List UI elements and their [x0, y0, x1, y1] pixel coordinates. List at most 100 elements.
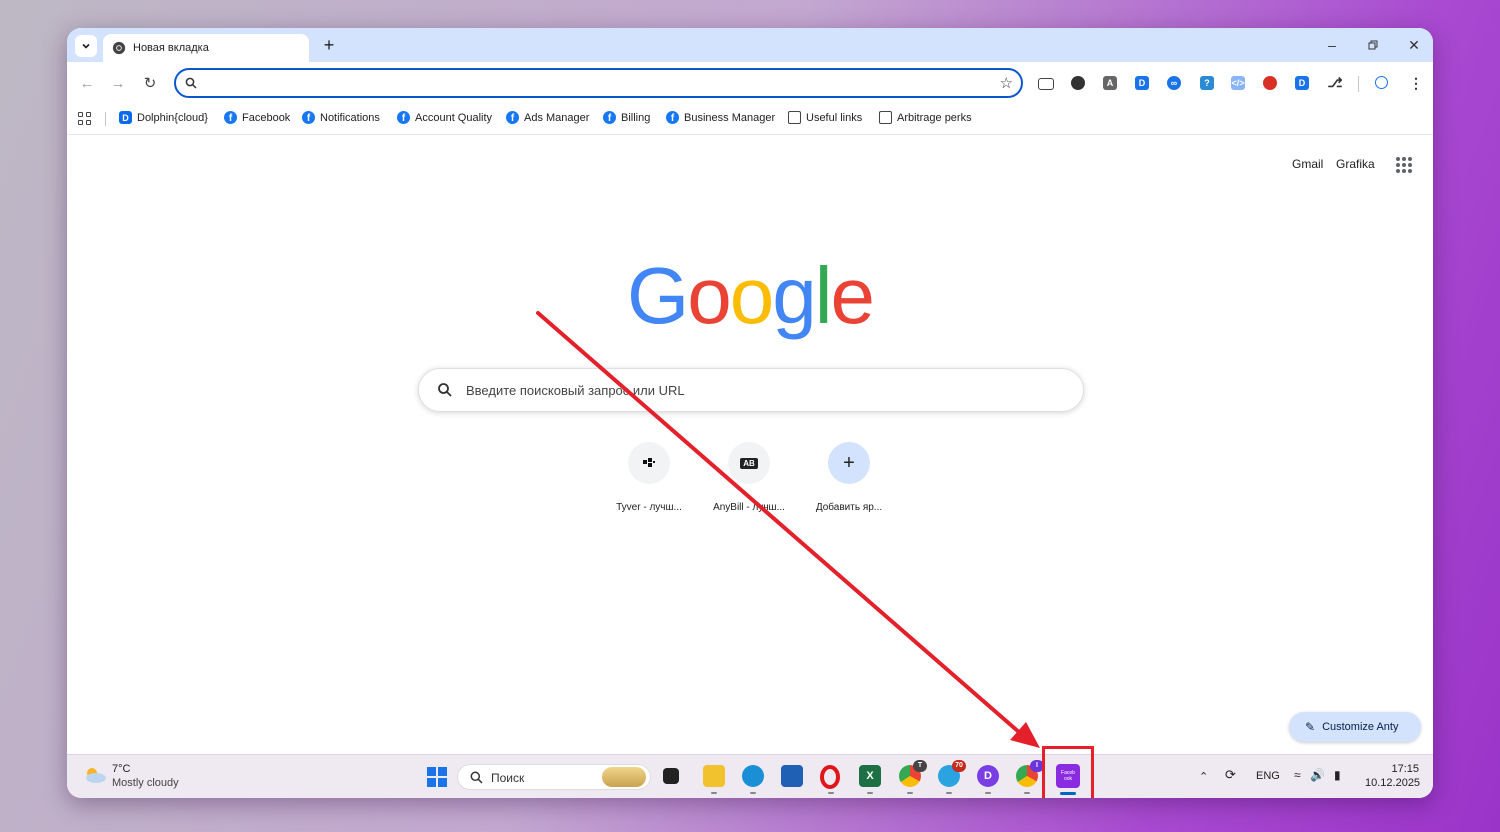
- app-running-dot: [907, 792, 913, 794]
- shortcut-anybill[interactable]: AB AnyBill - лучш...: [704, 442, 794, 513]
- tab-search-button[interactable]: [75, 35, 97, 57]
- code-extension-icon[interactable]: </>: [1231, 76, 1245, 90]
- logo-letter: l: [814, 251, 833, 340]
- video-extension-icon[interactable]: [1038, 78, 1054, 90]
- gmail-link[interactable]: Gmail: [1292, 157, 1323, 171]
- back-button[interactable]: ←: [77, 74, 97, 94]
- task-view-icon[interactable]: [663, 768, 679, 784]
- battery-icon[interactable]: ▮: [1334, 768, 1341, 782]
- facebook-icon: f: [506, 111, 519, 124]
- app-running-dot: [711, 792, 717, 794]
- bookmark-arbitrage-perks[interactable]: Arbitrage perks: [879, 111, 972, 124]
- cookie-extension-icon[interactable]: [1071, 76, 1085, 90]
- logo-letter: o: [687, 251, 731, 340]
- telegram-unread-badge: 70: [952, 760, 966, 772]
- anybill-icon: AB: [728, 442, 770, 484]
- customize-label: Customize Anty: [1322, 721, 1399, 733]
- chrome-profile-badge: T: [913, 760, 927, 772]
- bookmark-label: Notifications: [320, 111, 380, 124]
- red-extension-icon[interactable]: [1263, 76, 1277, 90]
- weather-cloud-icon[interactable]: [83, 765, 107, 785]
- logo-letter: g: [772, 251, 816, 340]
- restore-icon: [1368, 40, 1378, 50]
- restore-button[interactable]: [1363, 36, 1383, 54]
- facebook-icon: f: [224, 111, 237, 124]
- bookmark-useful-links[interactable]: Useful links: [788, 111, 862, 124]
- pencil-icon: ✎: [1305, 720, 1316, 734]
- bookmark-facebook[interactable]: f Facebook: [224, 111, 290, 124]
- purple-app-icon[interactable]: D: [977, 765, 999, 787]
- shortcut-add[interactable]: + Добавить яр...: [804, 442, 894, 513]
- bookmark-label: Billing: [621, 111, 651, 124]
- infinity-extension-icon[interactable]: ∞: [1167, 76, 1181, 90]
- sync-icon[interactable]: ⟳: [1225, 767, 1236, 783]
- file-explorer-icon[interactable]: [703, 765, 725, 787]
- tab-strip: Новая вкладка + – ✕: [67, 28, 1433, 62]
- folder-icon: [788, 111, 801, 124]
- volume-icon[interactable]: 🔊: [1310, 768, 1325, 782]
- reload-button[interactable]: ↻: [140, 74, 160, 94]
- bookmark-star-icon[interactable]: ☆: [1000, 74, 1013, 92]
- wifi-icon[interactable]: ≈: [1294, 768, 1301, 782]
- clock-date[interactable]: 10.12.2025: [1365, 777, 1420, 789]
- bookmark-notifications[interactable]: f Notifications: [302, 111, 380, 124]
- bookmark-business-manager[interactable]: f Business Manager: [666, 111, 775, 124]
- a-extension-icon[interactable]: A: [1103, 76, 1117, 90]
- profile-icon[interactable]: [1375, 76, 1388, 89]
- bookmark-label: Ads Manager: [524, 111, 590, 124]
- address-input[interactable]: [206, 74, 990, 94]
- apps-icon[interactable]: [78, 112, 91, 125]
- app-running-dot: [946, 792, 952, 794]
- menu-icon[interactable]: ⋮: [1409, 75, 1423, 91]
- shortcut-label: AnyBill - лучш...: [713, 502, 785, 513]
- new-tab-button[interactable]: +: [319, 35, 339, 55]
- search-icon: [470, 771, 483, 784]
- dolphin2-extension-icon[interactable]: D: [1295, 76, 1309, 90]
- google-logo: Google: [627, 250, 875, 342]
- dolphin-extension-icon[interactable]: D: [1135, 76, 1149, 90]
- anybill-logo: AB: [740, 457, 758, 469]
- clock-time[interactable]: 17:15: [1389, 763, 1419, 775]
- bookmark-dolphin[interactable]: D Dolphin{cloud}: [119, 111, 208, 124]
- logo-letter: G: [627, 251, 689, 340]
- taskbar-search[interactable]: Поиск: [457, 764, 651, 790]
- search-icon: [185, 77, 197, 89]
- bookmark-billing[interactable]: f Billing: [603, 111, 650, 124]
- tyver-logo-icon: [643, 458, 655, 467]
- taskbar: 7°C Mostly cloudy Поиск X T 70 D I Faceb…: [67, 754, 1433, 798]
- telegram-icon[interactable]: 70: [938, 760, 966, 787]
- extensions-puzzle-icon[interactable]: ⎇: [1328, 75, 1343, 90]
- opera-icon[interactable]: [820, 765, 840, 789]
- google-apps-icon[interactable]: [1396, 157, 1412, 173]
- images-link[interactable]: Grafika: [1336, 157, 1375, 171]
- store-icon[interactable]: [781, 765, 803, 787]
- bookmark-ads-manager[interactable]: f Ads Manager: [506, 111, 589, 124]
- chevron-up-icon[interactable]: ⌃: [1199, 770, 1208, 783]
- forward-button[interactable]: →: [108, 74, 128, 94]
- translate-extension-icon[interactable]: ?: [1200, 76, 1214, 90]
- chrome-taskbar-icon[interactable]: T: [899, 760, 927, 787]
- google-search-box[interactable]: Введите поисковый запрос или URL: [418, 368, 1084, 412]
- excel-icon[interactable]: X: [859, 765, 881, 787]
- app-running-dot: [1024, 792, 1030, 794]
- chevron-down-icon: [82, 43, 90, 49]
- windows-start-icon[interactable]: [427, 767, 447, 787]
- close-window-button[interactable]: ✕: [1404, 36, 1424, 54]
- customize-button[interactable]: ✎ Customize Anty: [1289, 712, 1421, 742]
- bookmark-account-quality[interactable]: f Account Quality: [397, 111, 492, 124]
- bookmark-label: Business Manager: [684, 111, 776, 124]
- minimize-button[interactable]: –: [1322, 36, 1342, 54]
- toolbar-separator: [1358, 76, 1359, 92]
- address-bar[interactable]: ☆: [174, 68, 1023, 98]
- shortcut-label: Tyver - лучш...: [616, 502, 682, 513]
- dolphin-icon: D: [119, 111, 132, 124]
- chrome-profile-taskbar-icon[interactable]: I: [1016, 760, 1044, 787]
- facebook-icon: f: [397, 111, 410, 124]
- edge-icon[interactable]: [742, 765, 764, 787]
- language-indicator[interactable]: ENG: [1256, 770, 1280, 782]
- shortcut-tyver[interactable]: Tyver - лучш...: [604, 442, 694, 513]
- tab-new-tab[interactable]: Новая вкладка: [103, 34, 309, 62]
- bookmarks-separator: [105, 112, 106, 126]
- bookmark-label: Dolphin{cloud}: [137, 111, 208, 124]
- logo-letter: o: [729, 251, 774, 340]
